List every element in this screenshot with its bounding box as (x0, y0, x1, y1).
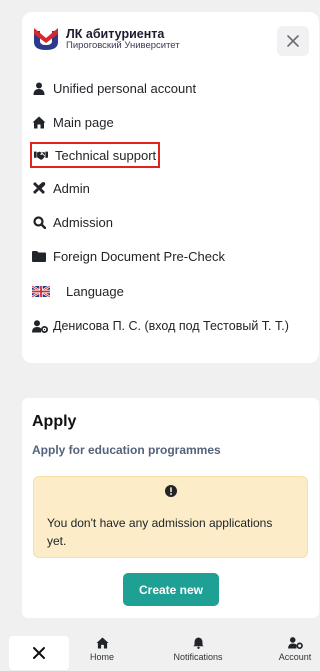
close-icon (33, 647, 45, 659)
menu-item-admission[interactable]: Admission (32, 211, 113, 233)
menu-item-label: Unified personal account (53, 80, 197, 96)
menu-item-label: Foreign Document Pre-Check (53, 248, 225, 264)
folder-icon (32, 249, 46, 263)
user-gear-icon (287, 637, 303, 649)
menu-item-label: Main page (53, 114, 114, 130)
nav-notifications[interactable]: Notifications (168, 637, 228, 662)
nav-account[interactable]: Account (265, 637, 320, 662)
menu-item-main-page[interactable]: Main page (32, 111, 114, 133)
menu-item-language[interactable]: Language (32, 280, 124, 302)
search-icon (32, 215, 46, 229)
menu-item-unified-account[interactable]: Unified personal account (32, 77, 196, 99)
user-gear-icon (32, 319, 48, 333)
university-logo-icon (34, 28, 58, 50)
brand[interactable]: ЛК абитуриента Пироговский Университет (32, 26, 180, 52)
bell-icon (192, 637, 204, 649)
apply-title: Apply (32, 413, 77, 430)
close-button[interactable] (9, 636, 69, 670)
tools-icon (32, 181, 46, 195)
home-icon (32, 115, 46, 129)
create-new-button[interactable]: Create new (123, 573, 219, 606)
apply-subtitle: Apply for education programmes (32, 443, 221, 457)
nav-notifications-label: Notifications (173, 652, 223, 662)
menu-item-foreign-document[interactable]: Foreign Document Pre-Check (32, 245, 225, 267)
menu-item-label: Language (66, 283, 124, 299)
menu-item-technical-support[interactable]: Technical support (30, 142, 161, 168)
menu-item-label: Admission (53, 214, 113, 230)
navigation-menu: ЛК абитуриента Пироговский Университет U… (22, 12, 319, 363)
home-icon (96, 637, 108, 649)
user-icon (32, 81, 46, 95)
nav-home[interactable]: Home (72, 637, 132, 662)
alert-message: You don't have any admission application… (47, 516, 273, 548)
handshake-icon (34, 148, 48, 162)
exclamation-circle-icon (165, 485, 177, 497)
no-applications-alert: You don't have any admission application… (33, 476, 308, 558)
menu-close-button[interactable] (277, 26, 309, 56)
menu-item-admin[interactable]: Admin (32, 177, 90, 199)
menu-item-current-user[interactable]: Денисова П. С. (вход под Тестовый Т. Т.) (32, 315, 289, 337)
nav-account-label: Account (278, 652, 312, 662)
menu-item-label: Admin (53, 180, 90, 196)
menu-item-label: Денисова П. С. (вход под Тестовый Т. Т.) (53, 319, 289, 333)
apply-card: Apply Apply for education programmes You… (22, 398, 319, 618)
bottom-navigation: Home Notifications Account (0, 633, 319, 671)
menu-item-label: Technical support (55, 147, 157, 163)
brand-title: ЛК абитуриента (66, 26, 165, 41)
close-icon (287, 35, 299, 47)
nav-home-label: Home (89, 652, 114, 662)
brand-subtitle: Пироговский Университет (66, 40, 180, 51)
uk-flag-icon (32, 284, 50, 298)
